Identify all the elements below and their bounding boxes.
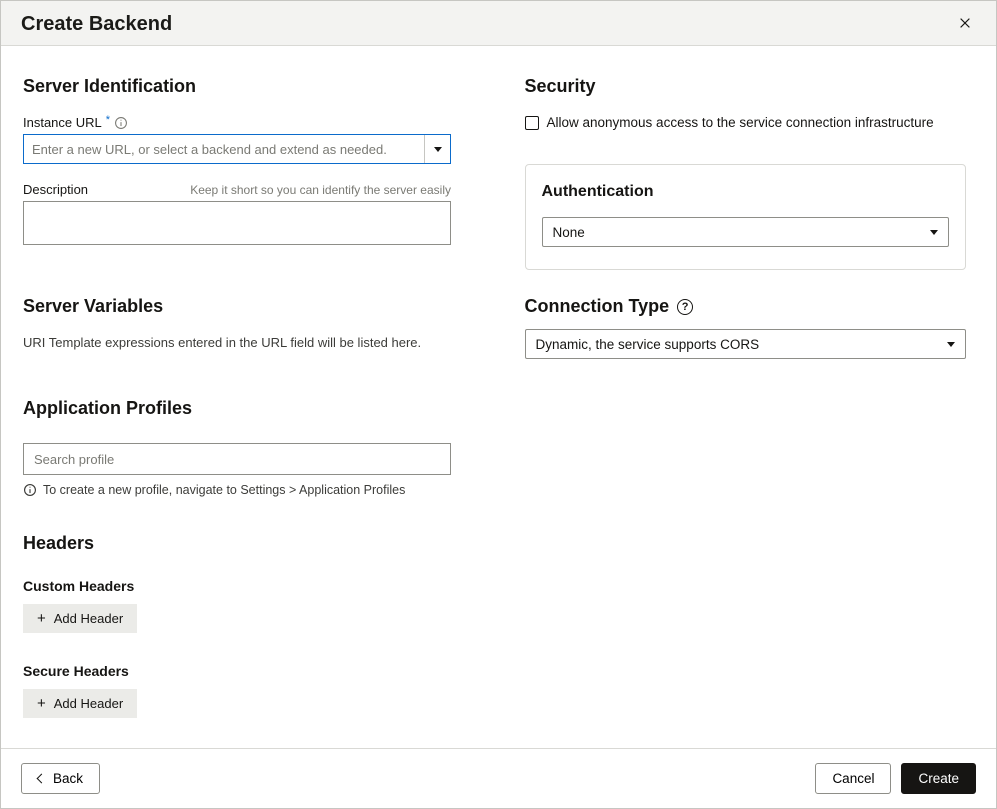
close-icon (958, 14, 972, 34)
chevron-down-icon (947, 342, 955, 347)
connection-type-heading-row: Connection Type ? (525, 296, 967, 317)
dialog-title: Create Backend (21, 13, 172, 36)
instance-url-label: Instance URL (23, 115, 102, 130)
anonymous-access-checkbox[interactable] (525, 116, 539, 130)
profile-hint-row: To create a new profile, navigate to Set… (23, 483, 465, 497)
secure-headers-subheading: Secure Headers (23, 663, 465, 679)
add-custom-header-button[interactable]: + Add Header (23, 604, 137, 633)
instance-url-combobox[interactable] (23, 134, 451, 164)
create-label: Create (918, 771, 959, 786)
authentication-select[interactable]: None (542, 217, 950, 247)
right-column: Security Allow anonymous access to the s… (525, 76, 967, 738)
dialog-body: Server Identification Instance URL * (1, 46, 996, 748)
cancel-label: Cancel (832, 771, 874, 786)
application-profiles-heading: Application Profiles (23, 398, 465, 419)
close-button[interactable] (954, 11, 976, 37)
back-button[interactable]: Back (21, 763, 100, 794)
instance-url-dropdown-button[interactable] (424, 135, 450, 163)
help-icon[interactable]: ? (677, 299, 693, 315)
headers-heading: Headers (23, 533, 465, 554)
authentication-panel: Authentication None (525, 164, 967, 270)
chevron-down-icon (930, 230, 938, 235)
create-button[interactable]: Create (901, 763, 976, 794)
chevron-down-icon (434, 147, 442, 152)
connection-type-value: Dynamic, the service supports CORS (536, 337, 760, 352)
add-secure-header-button[interactable]: + Add Header (23, 689, 137, 718)
dialog-footer: Back Cancel Create (1, 748, 996, 808)
description-hint: Keep it short so you can identify the se… (190, 183, 451, 197)
left-column: Server Identification Instance URL * (23, 76, 465, 738)
server-variables-heading: Server Variables (23, 296, 465, 317)
authentication-value: None (553, 225, 585, 240)
instance-url-label-row: Instance URL * (23, 115, 465, 130)
description-label: Description (23, 182, 88, 197)
server-variables-hint: URI Template expressions entered in the … (23, 335, 465, 350)
info-icon[interactable] (114, 116, 128, 130)
add-header-label: Add Header (54, 611, 123, 626)
plus-icon: + (37, 696, 46, 711)
chevron-left-icon (37, 774, 47, 784)
create-backend-dialog: Create Backend Server Identification Ins… (0, 0, 997, 809)
profile-hint-text: To create a new profile, navigate to Set… (43, 483, 405, 497)
required-indicator: * (106, 114, 110, 126)
anonymous-access-label: Allow anonymous access to the service co… (547, 115, 934, 130)
connection-type-select[interactable]: Dynamic, the service supports CORS (525, 329, 967, 359)
cancel-button[interactable]: Cancel (815, 763, 891, 794)
add-header-label: Add Header (54, 696, 123, 711)
plus-icon: + (37, 611, 46, 626)
dialog-header: Create Backend (1, 1, 996, 46)
description-label-row: Description Keep it short so you can ide… (23, 182, 451, 197)
security-heading: Security (525, 76, 967, 97)
anonymous-access-row[interactable]: Allow anonymous access to the service co… (525, 115, 967, 130)
info-icon (23, 483, 37, 497)
server-identification-heading: Server Identification (23, 76, 465, 97)
back-label: Back (53, 771, 83, 786)
instance-url-input[interactable] (24, 135, 424, 163)
description-textarea[interactable] (23, 201, 451, 245)
profile-search-input[interactable] (23, 443, 451, 475)
connection-type-heading: Connection Type (525, 296, 670, 317)
custom-headers-subheading: Custom Headers (23, 578, 465, 594)
authentication-heading: Authentication (542, 183, 950, 201)
